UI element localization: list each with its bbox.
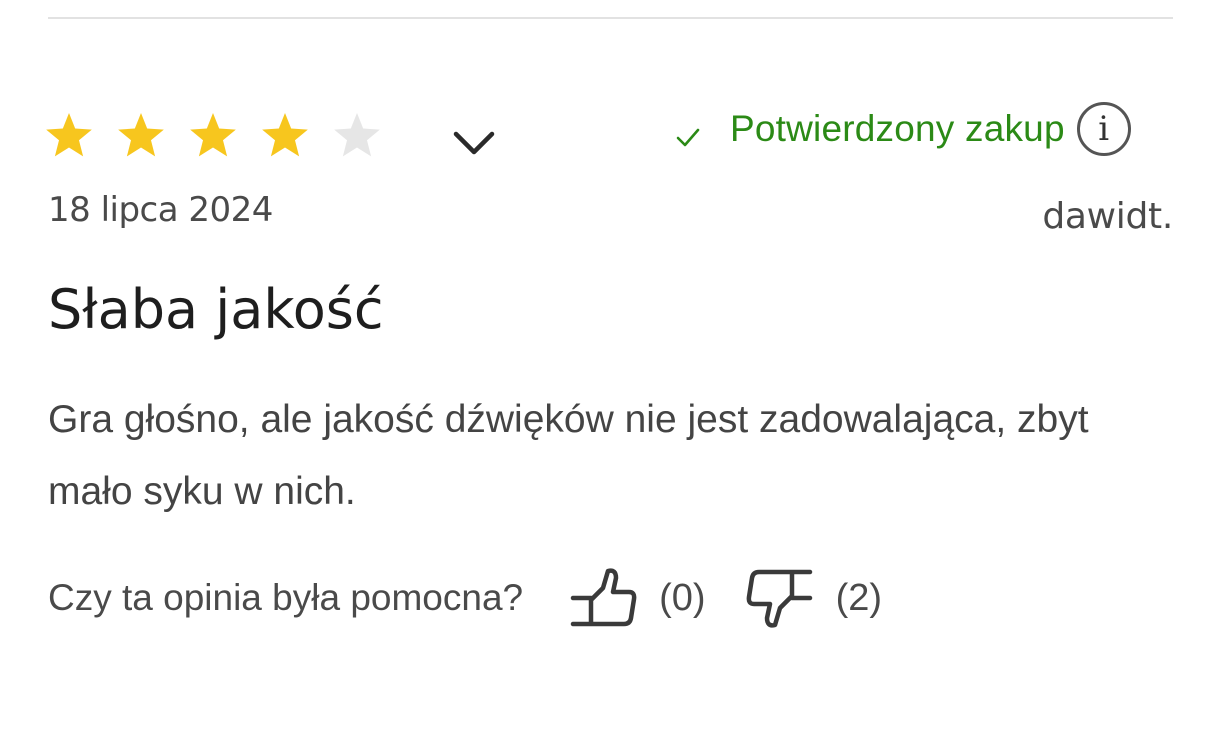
top-divider bbox=[48, 17, 1173, 19]
thumbs-up-count: (0) bbox=[659, 576, 706, 619]
star-rating bbox=[44, 111, 382, 161]
star-empty-icon bbox=[334, 113, 380, 157]
helpfulness-bar: Czy ta opinia była pomocna? (0) (2) bbox=[48, 566, 882, 630]
thumbs-up-icon bbox=[570, 568, 637, 627]
star-filled-icon bbox=[262, 113, 308, 157]
thumbs-down-button[interactable]: (2) bbox=[746, 566, 882, 630]
review-author: dawidt. bbox=[1042, 196, 1173, 237]
info-icon[interactable]: i bbox=[1076, 102, 1131, 156]
chevron-down-icon[interactable] bbox=[452, 124, 496, 160]
helpfulness-question: Czy ta opinia była pomocna? bbox=[48, 577, 524, 618]
review-title: Słaba jakość bbox=[48, 278, 384, 341]
thumbs-down-count: (2) bbox=[835, 576, 883, 619]
review-date: 18 lipca 2024 bbox=[48, 190, 273, 230]
verified-purchase-label: Potwierdzony zakup bbox=[730, 108, 1065, 149]
review-text: Gra głośno, ale jakość dźwięków nie jest… bbox=[48, 398, 1089, 513]
star-filled-icon bbox=[190, 113, 236, 157]
star-filled-icon bbox=[118, 113, 164, 157]
thumbs-down-icon bbox=[746, 569, 812, 628]
verified-purchase: Potwierdzony zakup i bbox=[674, 102, 1131, 156]
thumbs-up-button[interactable]: (0) bbox=[569, 566, 706, 630]
check-icon bbox=[676, 128, 700, 147]
star-filled-icon bbox=[46, 113, 92, 157]
